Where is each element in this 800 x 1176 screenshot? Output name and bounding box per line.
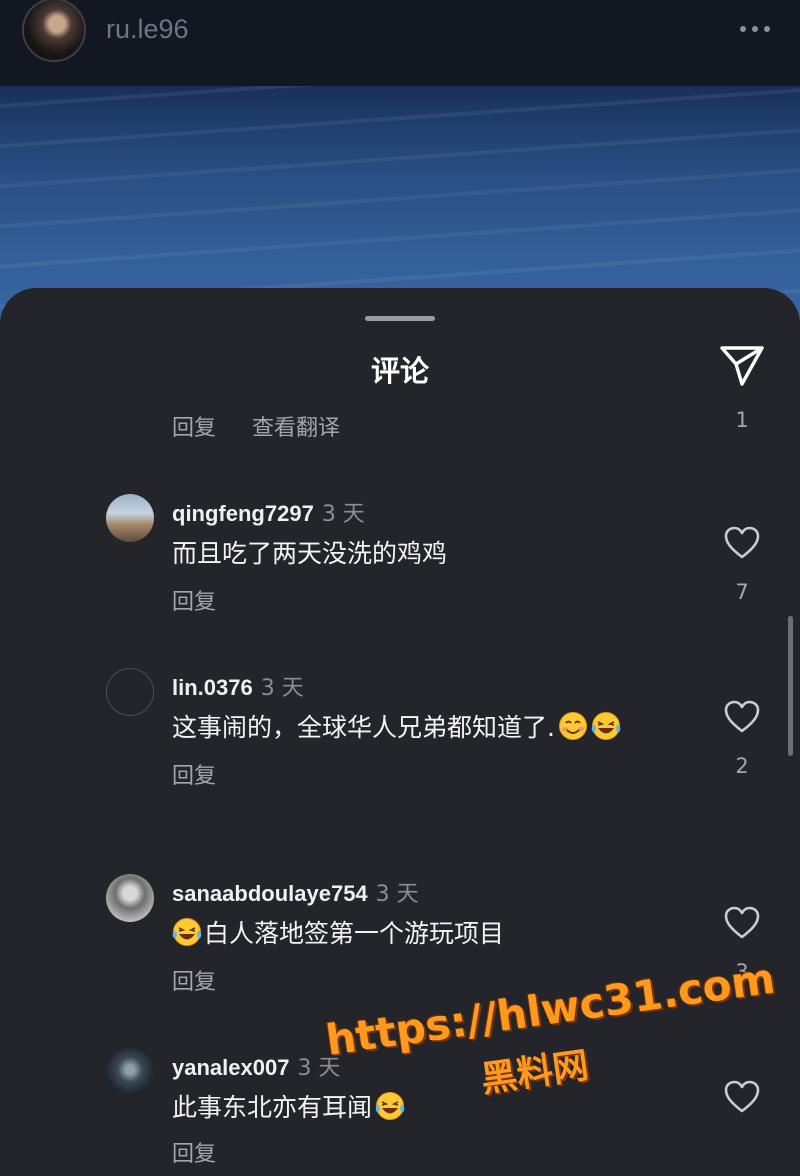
comment-text: 而且吃了两天没洗的鸡鸡	[172, 539, 448, 568]
see-translation-button[interactable]: 查看翻译	[252, 410, 340, 442]
avatar[interactable]	[106, 668, 154, 716]
heart-icon[interactable]	[724, 906, 760, 940]
laughing-tears-emoji	[172, 918, 202, 946]
like-count: 7	[735, 580, 749, 604]
heart-icon[interactable]	[724, 700, 760, 734]
comment-text: 这事闹的，全球华人兄弟都知道了.	[172, 708, 621, 744]
comment-username[interactable]: yanalex007	[172, 1055, 289, 1080]
laughing-tears-emoji	[591, 712, 621, 740]
comment-header: sanaabdoulaye754 3 天	[172, 876, 419, 908]
watermark-name: 黑料网	[478, 1045, 592, 1101]
scrollbar[interactable]	[788, 616, 793, 756]
comment-username[interactable]: lin.0376	[172, 675, 253, 700]
comment-text-body: 白人落地签第一个游玩项目	[204, 919, 505, 948]
comment-username[interactable]: qingfeng7297	[172, 501, 314, 526]
reply-button[interactable]: 回复	[172, 758, 216, 790]
heart-icon[interactable]	[724, 526, 760, 560]
send-icon[interactable]	[718, 344, 766, 388]
avatar[interactable]	[106, 874, 154, 922]
comment-time: 3 天	[321, 502, 365, 527]
like-count: 1	[735, 408, 749, 432]
watermark: https://hlwc31.com 黑料网	[323, 953, 778, 1145]
comment-header: lin.0376 3 天	[172, 670, 304, 702]
more-horizontal-icon[interactable]	[738, 26, 772, 36]
like-count: 2	[735, 754, 749, 778]
reply-button[interactable]: 回复	[172, 410, 216, 442]
comment-username[interactable]: sanaabdoulaye754	[172, 881, 368, 906]
comment-header: qingfeng7297 3 天	[172, 496, 365, 528]
avatar[interactable]	[106, 494, 154, 542]
comments-sheet: 评论 回复 查看翻译 1 qingfeng7297 3 天 而且吃了两天没洗的鸡鸡…	[0, 288, 800, 1176]
profile-header: ru.le96	[0, 0, 800, 86]
comment-text-body: 这事闹的，全球华人兄弟都知道了.	[172, 713, 555, 742]
sheet-title: 评论	[370, 354, 429, 388]
reply-button[interactable]: 回复	[172, 584, 216, 616]
reply-button[interactable]: 回复	[172, 1136, 216, 1168]
profile-avatar[interactable]	[22, 0, 86, 62]
comment-header: yanalex007 3 天	[172, 1050, 340, 1082]
comment-time: 3 天	[260, 676, 304, 701]
sheet-drag-handle[interactable]	[365, 316, 435, 321]
reply-button[interactable]: 回复	[172, 964, 216, 996]
smiling-face-emoji	[558, 712, 587, 740]
comment-text: 白人落地签第一个游玩项目	[172, 914, 504, 950]
comment-time: 3 天	[375, 882, 419, 907]
avatar[interactable]	[106, 1048, 154, 1096]
profile-username[interactable]: ru.le96	[106, 14, 189, 45]
